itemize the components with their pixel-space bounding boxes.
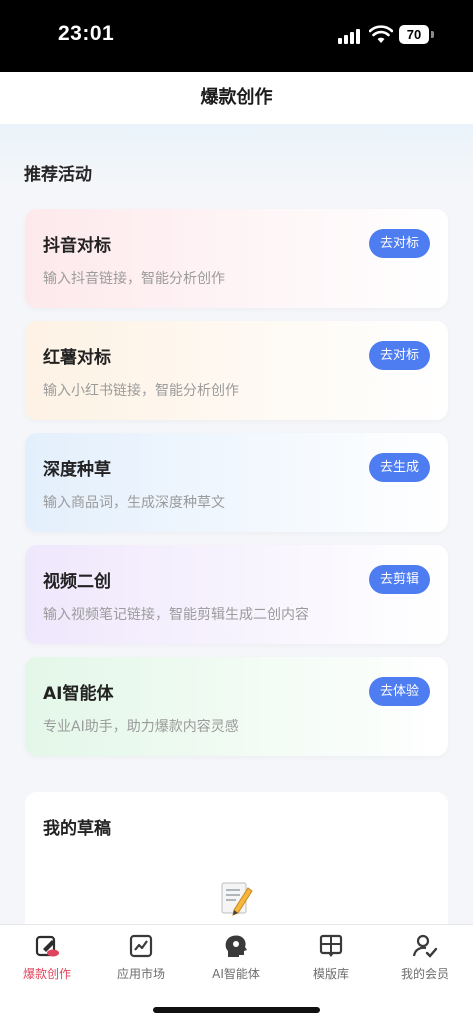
tab-label: 模版库 <box>312 967 349 981</box>
card-action-button[interactable]: 去对标 <box>368 341 430 370</box>
tab-label: 我的会员 <box>400 967 449 981</box>
tab-label: 爆款创作 <box>22 967 71 981</box>
card-title: 深度种草 <box>43 460 111 480</box>
card-desc: 输入小红书链接，智能分析创作 <box>43 383 239 399</box>
card-hongshu[interactable]: 红薯对标 输入小红书链接，智能分析创作 去对标 <box>25 321 448 420</box>
card-desc: 输入视频笔记链接，智能剪辑生成二创内容 <box>43 607 309 623</box>
status-time: 23:01 <box>58 22 115 45</box>
main-content: 推荐活动 抖音对标 输入抖音链接，智能分析创作 去对标 红薯对标 输入小红书链接… <box>0 124 473 952</box>
card-action-button[interactable]: 去剪辑 <box>368 565 430 594</box>
page-title: 爆款创作 <box>0 72 473 124</box>
battery-tip <box>431 31 434 38</box>
card-ai-agent[interactable]: AI智能体 专业AI助手，助力爆款内容灵感 去体验 <box>25 657 448 756</box>
tab-create[interactable]: 爆款创作 <box>0 933 94 993</box>
card-action-button[interactable]: 去生成 <box>368 453 430 482</box>
card-douyin[interactable]: 抖音对标 输入抖音链接，智能分析创作 去对标 <box>25 209 448 308</box>
card-desc: 输入商品词，生成深度种草文 <box>43 495 225 511</box>
home-indicator <box>153 1007 320 1013</box>
card-title: 抖音对标 <box>43 236 111 256</box>
wifi-icon <box>369 25 393 43</box>
chart-icon <box>129 934 153 958</box>
card-title: 视频二创 <box>43 572 111 592</box>
template-icon <box>319 934 343 957</box>
card-title: AI智能体 <box>43 684 114 704</box>
card-desc: 专业AI助手，助力爆款内容灵感 <box>43 719 239 735</box>
tab-label: AI智能体 <box>212 967 260 981</box>
tab-app-market[interactable]: 应用市场 <box>94 933 188 993</box>
card-deep-seeding[interactable]: 深度种草 输入商品词，生成深度种草文 去生成 <box>25 433 448 532</box>
card-desc: 输入抖音链接，智能分析创作 <box>43 271 225 287</box>
battery-icon: 70 <box>399 25 429 44</box>
tab-ai-agent[interactable]: AI智能体 <box>189 933 283 993</box>
tab-label: 应用市场 <box>116 967 165 981</box>
cellular-signal-icon <box>338 28 362 44</box>
memo-icon <box>221 882 253 916</box>
tab-membership[interactable]: 我的会员 <box>378 933 472 993</box>
card-title: 红薯对标 <box>43 348 111 368</box>
card-action-button[interactable]: 去体验 <box>368 677 430 706</box>
member-icon <box>412 934 438 958</box>
card-video-remix[interactable]: 视频二创 输入视频笔记链接，智能剪辑生成二创内容 去剪辑 <box>25 545 448 644</box>
drafts-title: 我的草稿 <box>43 819 111 839</box>
tab-templates[interactable]: 模版库 <box>284 933 378 993</box>
card-action-button[interactable]: 去对标 <box>368 229 430 258</box>
create-icon <box>35 935 59 957</box>
status-bar: 23:01 70 <box>0 0 473 72</box>
ai-head-icon <box>225 935 247 957</box>
section-title: 推荐活动 <box>24 165 92 185</box>
